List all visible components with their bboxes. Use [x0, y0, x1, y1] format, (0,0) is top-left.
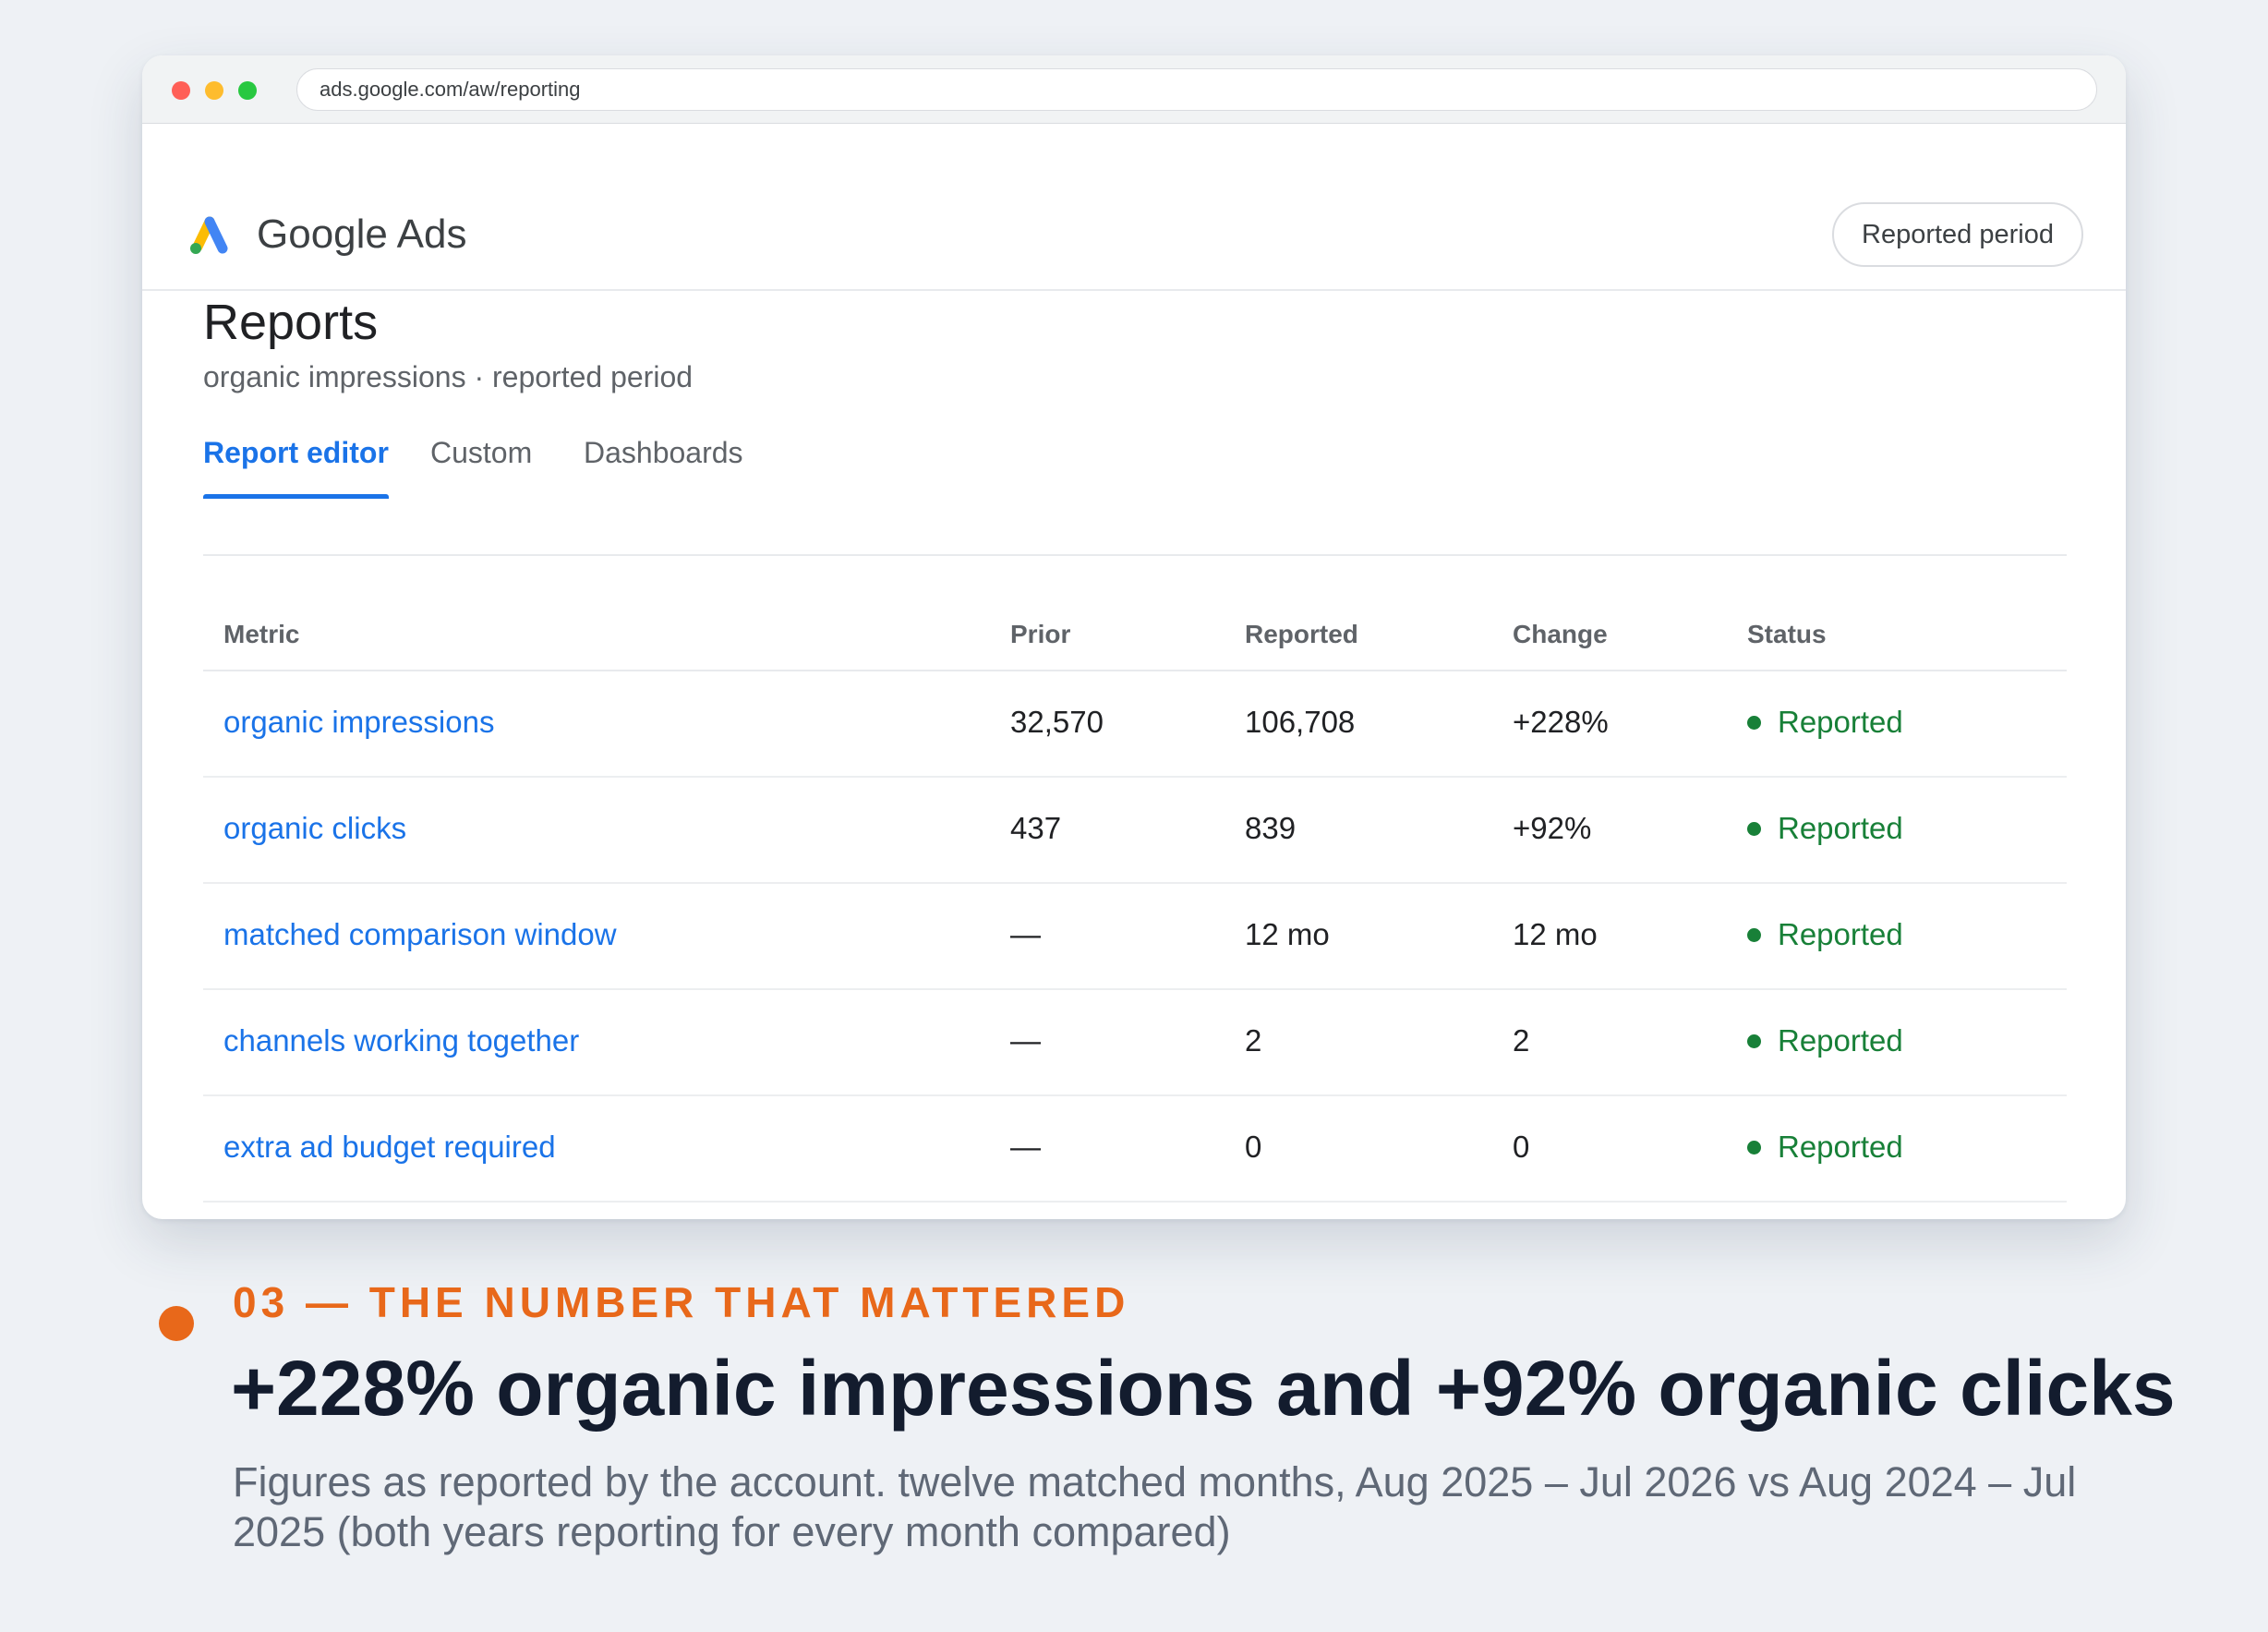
- change-value: +92%: [1513, 811, 1592, 845]
- status-dot-icon: [1747, 1034, 1761, 1048]
- metric-link[interactable]: organic impressions: [223, 671, 494, 773]
- table-row: organic impressions 32,570 106,708 +228%…: [203, 671, 2067, 778]
- app-title: Google Ads: [257, 212, 467, 257]
- status-cell: Reported: [1747, 671, 1903, 773]
- metrics-table: Metric Prior Reported Change Status orga…: [203, 591, 2067, 1203]
- metric-link[interactable]: matched comparison window: [223, 884, 617, 985]
- page-subtitle: organic impressions · reported period: [203, 360, 694, 393]
- metric-link[interactable]: organic clicks: [223, 778, 406, 879]
- minimize-window-button[interactable]: [205, 81, 223, 100]
- address-bar[interactable]: ads.google.com/aw/reporting: [296, 68, 2097, 111]
- table-row: matched comparison window — 12 mo 12 mo …: [203, 884, 2067, 990]
- change-value: 12 mo: [1513, 917, 1598, 951]
- caption-eyebrow: 03 — THE NUMBER THAT MATTERED: [233, 1278, 1130, 1326]
- change-value: +228%: [1513, 705, 1609, 739]
- tabs-divider: [203, 554, 2067, 556]
- status-cell: Reported: [1747, 1096, 1903, 1198]
- status-label: Reported: [1778, 1023, 1903, 1058]
- google-ads-logo-icon: [190, 216, 228, 254]
- status-dot-icon: [1747, 1140, 1761, 1154]
- close-window-button[interactable]: [172, 81, 190, 100]
- status-label: Reported: [1778, 811, 1903, 845]
- change-value: 0: [1513, 1130, 1530, 1164]
- reported-value: 839: [1245, 811, 1297, 845]
- metric-link[interactable]: extra ad budget required: [223, 1096, 556, 1198]
- page-title: Reports: [203, 295, 379, 350]
- status-dot-icon: [1747, 821, 1761, 836]
- column-header-prior[interactable]: Prior: [1010, 591, 1070, 678]
- status-dot-icon: [1747, 715, 1761, 730]
- reported-value: 2: [1245, 1023, 1262, 1058]
- tab-dashboards[interactable]: Dashboards: [584, 416, 743, 499]
- tab-custom[interactable]: Custom: [430, 416, 532, 499]
- metric-link[interactable]: channels working together: [223, 990, 579, 1092]
- reported-value: 0: [1245, 1130, 1262, 1164]
- table-row: channels working together — 2 2 Reported: [203, 990, 2067, 1096]
- table-header: Metric Prior Reported Change Status: [203, 591, 2067, 671]
- table-row: extra ad budget required — 0 0 Reported: [203, 1096, 2067, 1203]
- tab-report-editor[interactable]: Report editor: [203, 416, 389, 499]
- caption-footnote: Figures as reported by the account. twel…: [233, 1458, 2077, 1555]
- prior-value: —: [1010, 1130, 1041, 1164]
- prior-value: —: [1010, 1023, 1041, 1058]
- maximize-window-button[interactable]: [238, 81, 257, 100]
- prior-value: 32,570: [1010, 705, 1104, 739]
- table-row: organic clicks 437 839 +92% Reported: [203, 778, 2067, 884]
- column-header-reported[interactable]: Reported: [1245, 591, 1358, 678]
- prior-value: 437: [1010, 811, 1062, 845]
- caption-headline: +228% organic impressions and +92% organ…: [231, 1345, 2176, 1432]
- status-dot-icon: [1747, 927, 1761, 942]
- status-cell: Reported: [1747, 990, 1903, 1092]
- change-value: 2: [1513, 1023, 1530, 1058]
- status-cell: Reported: [1747, 884, 1903, 985]
- app-header: Google Ads Reported period: [142, 124, 2126, 291]
- status-label: Reported: [1778, 705, 1903, 739]
- caption-bullet-icon: [159, 1306, 194, 1341]
- column-header-metric[interactable]: Metric: [223, 591, 299, 678]
- browser-window: ads.google.com/aw/reporting Google Ads R…: [142, 55, 2126, 1219]
- browser-chrome: ads.google.com/aw/reporting: [142, 55, 2126, 124]
- reported-period-button[interactable]: Reported period: [1832, 202, 2083, 267]
- report-tabs: Report editor Custom Dashboards: [203, 416, 2067, 499]
- column-header-status[interactable]: Status: [1747, 591, 1827, 678]
- prior-value: —: [1010, 917, 1041, 951]
- column-header-change[interactable]: Change: [1513, 591, 1608, 678]
- status-label: Reported: [1778, 917, 1903, 951]
- status-cell: Reported: [1747, 778, 1903, 879]
- status-label: Reported: [1778, 1130, 1903, 1164]
- reported-value: 12 mo: [1245, 917, 1330, 951]
- reported-value: 106,708: [1245, 705, 1356, 739]
